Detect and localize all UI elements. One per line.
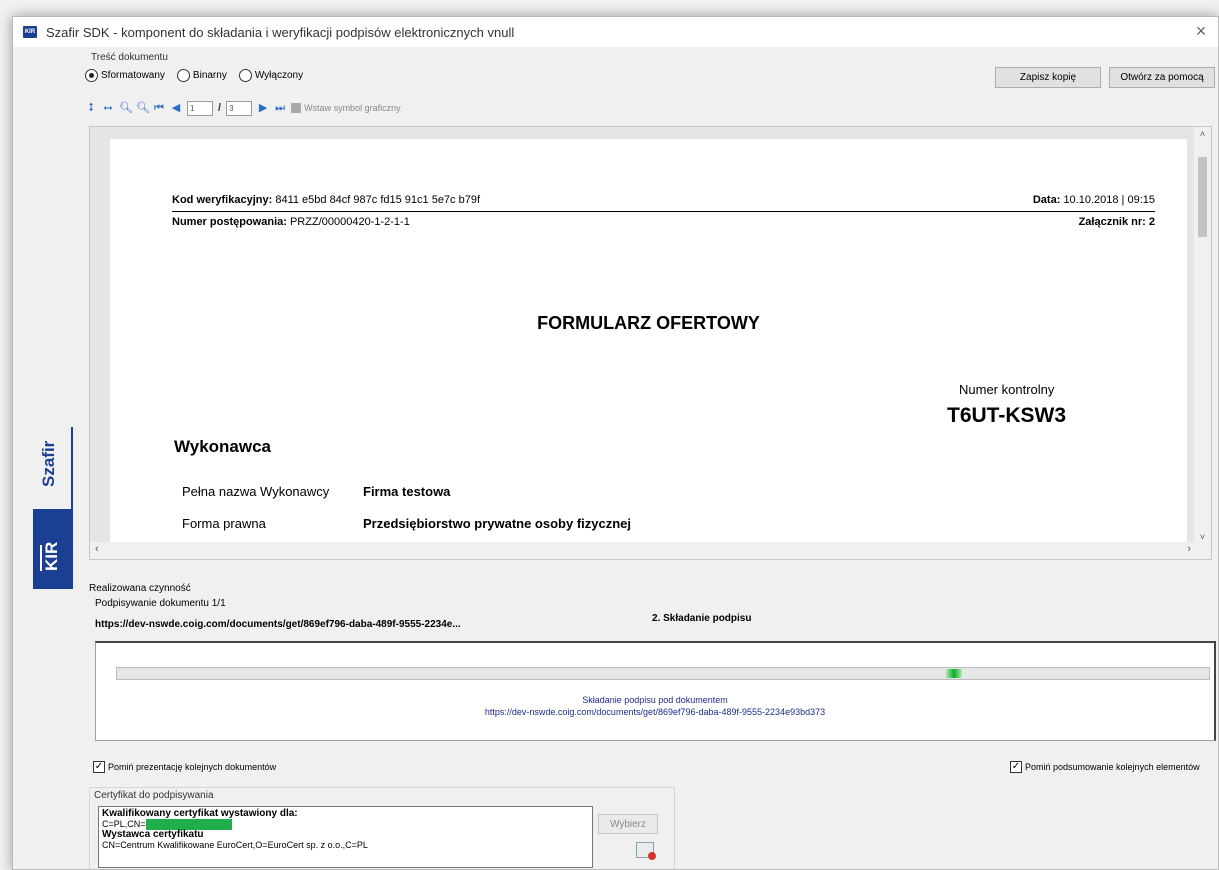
control-number-value: T6UT-KSW3 bbox=[947, 404, 1067, 427]
scroll-down-icon[interactable]: ˅ bbox=[1194, 532, 1211, 542]
control-number-label: Numer kontrolny bbox=[959, 382, 1055, 397]
radio-indicator[interactable] bbox=[85, 69, 98, 82]
progress-fill bbox=[946, 669, 962, 678]
verification-code: Kod weryfikacyjny: 8411 e5bd 84cf 987c f… bbox=[172, 194, 481, 206]
radio-formatted[interactable]: Sformatowany bbox=[85, 69, 165, 82]
scroll-thumb[interactable] bbox=[1198, 157, 1207, 237]
certificate-issuer: CN=Centrum Kwalifikowane EuroCert,O=Euro… bbox=[102, 840, 368, 851]
group-label-document: Treść dokumentu bbox=[91, 52, 168, 63]
progress-url: https://dev-nswde.coig.com/documents/get… bbox=[484, 707, 826, 717]
activity-panel: Realizowana czynność Podpisywanie dokume… bbox=[89, 583, 1216, 743]
close-icon[interactable]: × bbox=[1190, 20, 1212, 42]
page-total-field: 3 bbox=[226, 100, 253, 116]
vertical-scrollbar[interactable]: ˄ ˅ bbox=[1194, 127, 1211, 544]
app-window: KIR Szafir SDK - komponent do składania … bbox=[12, 16, 1219, 870]
field-label: Forma prawna bbox=[182, 516, 266, 531]
certificate-info: Kwalifikowany certyfikat wystawiony dla:… bbox=[98, 806, 593, 868]
field-value: Przedsiębiorstwo prywatne osoby fizyczne… bbox=[363, 516, 632, 531]
progress-caption: Składanie podpisu pod dokumentem bbox=[582, 695, 728, 705]
next-page-icon[interactable]: ▶ bbox=[257, 102, 269, 114]
document-content-group: Treść dokumentu Sformatowany Binarny Wył… bbox=[83, 52, 1216, 576]
group-label-activity: Realizowana czynność bbox=[89, 583, 191, 594]
document-date: Data: 10.10.2018 | 09:15 bbox=[1032, 194, 1155, 206]
last-page-icon[interactable]: ⏭ bbox=[274, 102, 286, 114]
page-number-input[interactable]: 1 bbox=[187, 100, 213, 116]
window-title: Szafir SDK - komponent do składania i we… bbox=[46, 24, 515, 40]
document-url: https://dev-nswde.coig.com/documents/get… bbox=[95, 619, 461, 630]
scroll-right-icon[interactable]: › bbox=[1187, 543, 1191, 555]
viewer-toolbar: ⭥ ⭤ 🔍︎ 🔍︎ ⏮ ◀ 1 / 3 ▶ ⏭ Wstaw symbol gra… bbox=[85, 97, 401, 119]
view-mode-radios: Sformatowany Binarny Wyłączony bbox=[85, 69, 303, 82]
signing-status: Podpisywanie dokumentu 1/1 bbox=[95, 598, 226, 609]
field-value: Firma testowa bbox=[363, 484, 451, 499]
radio-disabled[interactable]: Wyłączony bbox=[238, 69, 303, 82]
fit-width-icon[interactable]: ⭤ bbox=[102, 102, 114, 114]
section-heading: Wykonawca bbox=[174, 437, 272, 456]
page-separator: / bbox=[218, 102, 222, 114]
certificate-issuer-heading: Wystawca certyfikatu bbox=[102, 829, 204, 841]
prev-page-icon[interactable]: ◀ bbox=[170, 102, 182, 114]
progress-bar bbox=[116, 667, 1210, 680]
title-bar: KIR Szafir SDK - komponent do składania … bbox=[13, 17, 1218, 47]
current-step: 2. Składanie podpisu bbox=[652, 613, 752, 624]
checkbox-box[interactable]: ✓ bbox=[93, 761, 105, 773]
brand-strip: Szafir KIR bbox=[13, 47, 83, 869]
header-divider bbox=[172, 211, 1155, 212]
field-label: Pełna nazwa Wykonawcy bbox=[182, 484, 330, 499]
zoom-in-icon[interactable]: 🔍︎ bbox=[136, 102, 150, 114]
group-label-certificate: Certyfikat do podpisywania bbox=[94, 790, 214, 801]
image-icon bbox=[291, 103, 302, 113]
document-viewer[interactable]: Kod weryfikacyjny: 8411 e5bd 84cf 987c f… bbox=[89, 126, 1212, 560]
scroll-up-icon[interactable]: ˄ bbox=[1194, 129, 1211, 139]
save-copy-button[interactable]: Zapisz kopię bbox=[995, 67, 1101, 88]
szafir-logo: Szafir bbox=[33, 427, 73, 511]
horizontal-scrollbar[interactable]: ‹ › bbox=[90, 542, 1211, 559]
progress-box: Składanie podpisu pod dokumentem https:/… bbox=[95, 641, 1216, 741]
choose-certificate-button[interactable]: Wybierz bbox=[598, 814, 658, 834]
zoom-out-icon[interactable]: 🔍︎ bbox=[119, 102, 133, 114]
certificate-icon[interactable] bbox=[636, 842, 656, 860]
document-page: Kod weryfikacyjny: 8411 e5bd 84cf 987c f… bbox=[110, 139, 1187, 559]
document-title: FORMULARZ OFERTOWY bbox=[537, 313, 760, 333]
first-page-icon[interactable]: ⏮ bbox=[153, 102, 165, 114]
app-icon: KIR bbox=[23, 26, 37, 38]
radio-indicator[interactable] bbox=[238, 69, 252, 82]
kir-logo: KIR bbox=[33, 509, 73, 589]
skip-summary-checkbox[interactable]: ✓ Pomiń podsumowanie kolejnych elementów bbox=[1010, 761, 1200, 773]
checkbox-box[interactable]: ✓ bbox=[1010, 761, 1022, 773]
certificate-group: Certyfikat do podpisywania Kwalifikowany… bbox=[89, 787, 675, 869]
attachment-number: Załącznik nr: 2 bbox=[1078, 216, 1155, 228]
case-number: Numer postępowania: PRZZ/00000420-1-2-1-… bbox=[172, 216, 410, 228]
skip-presentation-checkbox[interactable]: ✓ Pomiń prezentację kolejnych dokumentów bbox=[93, 761, 276, 773]
fit-height-icon[interactable]: ⭥ bbox=[85, 102, 97, 114]
open-with-button[interactable]: Otwórz za pomocą bbox=[1109, 67, 1215, 88]
certificate-issued-for: Kwalifikowany certyfikat wystawiony dla: bbox=[102, 808, 298, 819]
radio-indicator[interactable] bbox=[176, 69, 190, 82]
scroll-left-icon[interactable]: ‹ bbox=[95, 543, 99, 555]
insert-symbol-button: Wstaw symbol graficzny bbox=[291, 103, 401, 113]
radio-binary[interactable]: Binarny bbox=[176, 69, 227, 82]
